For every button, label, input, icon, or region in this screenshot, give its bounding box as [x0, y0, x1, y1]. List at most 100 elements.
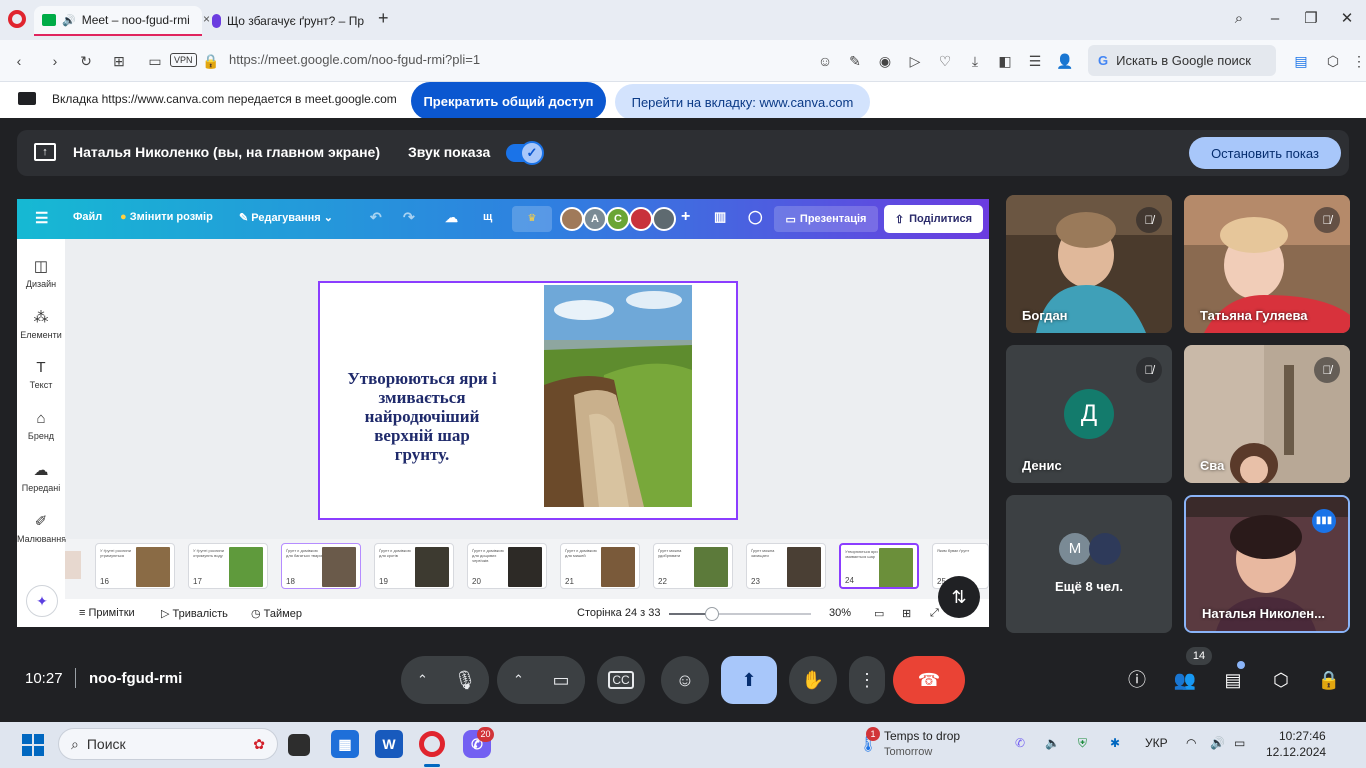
- thumbnail-16[interactable]: У ґрунті рослини утримуються 16: [95, 543, 175, 589]
- defender-icon[interactable]: ⛨: [1078, 736, 1087, 751]
- speed-dial-icon[interactable]: ⊞: [108, 50, 130, 72]
- thumbnail-24-selected[interactable]: Утворюються яри і змивається шар 24: [839, 543, 919, 589]
- sidebar-item-text[interactable]: T Текст: [17, 359, 65, 390]
- reactions-button[interactable]: ☺: [661, 656, 709, 704]
- host-controls-icon[interactable]: 🔒: [1313, 664, 1345, 696]
- thumbnail-20[interactable]: Ґрунт є домівкою для дощових черв'яків 2…: [467, 543, 547, 589]
- wifi-icon[interactable]: ◠: [1186, 736, 1196, 750]
- tab-meet[interactable]: 🔊 Meet – noo-fgud-rmi: [34, 6, 202, 36]
- volume-icon[interactable]: 🔊: [1210, 736, 1225, 750]
- wallet-icon[interactable]: ▤: [1290, 50, 1312, 72]
- edit-icon[interactable]: ✎: [844, 50, 866, 72]
- collaborator-avatar-group[interactable]: [652, 207, 676, 231]
- address-bar[interactable]: https://meet.google.com/noo-fgud-rmi?pli…: [229, 52, 480, 67]
- forward-icon[interactable]: ›: [44, 50, 66, 72]
- collaborator-avatar-a[interactable]: A: [583, 207, 607, 231]
- chat-icon[interactable]: ▤: [1217, 664, 1249, 696]
- word-icon[interactable]: W: [375, 730, 403, 758]
- camera-icon[interactable]: ▭: [144, 50, 166, 72]
- google-search-box[interactable]: G Искать в Google поиск: [1088, 45, 1276, 76]
- goto-tab-button[interactable]: Перейти на вкладку: www.canva.com: [615, 84, 870, 120]
- thumbnail-21[interactable]: Ґрунт є домівкою для мишей 21: [560, 543, 640, 589]
- zoom-slider-handle[interactable]: [704, 607, 719, 621]
- opera-taskbar-icon[interactable]: [419, 731, 445, 757]
- leave-call-button[interactable]: ☎: [893, 656, 965, 704]
- extensions-icon[interactable]: ⬡: [1322, 50, 1344, 72]
- sidebar-item-uploads[interactable]: ☁ Передані: [17, 461, 65, 493]
- new-tab-icon[interactable]: +: [378, 8, 389, 29]
- thumbnail-22[interactable]: Ґрунт можна удобрювати 22: [653, 543, 733, 589]
- raise-hand-button[interactable]: ✋: [789, 656, 837, 704]
- close-window-icon[interactable]: ✕: [1335, 8, 1359, 30]
- zoom-level[interactable]: 30%: [829, 607, 851, 619]
- undo-icon[interactable]: ↶: [370, 209, 382, 226]
- sidebar-item-elements[interactable]: ⁂ Елементи: [17, 308, 65, 340]
- fullscreen-icon[interactable]: ⤢: [930, 607, 939, 620]
- more-options-button[interactable]: ⋮: [849, 656, 885, 704]
- meeting-details-icon[interactable]: ⓘ: [1121, 664, 1153, 696]
- search-tabs-icon[interactable]: ⌕: [1227, 8, 1251, 30]
- analytics-icon[interactable]: ▥: [714, 209, 726, 225]
- grid-view-icon[interactable]: ⊞: [902, 607, 911, 620]
- sidebar-item-draw[interactable]: ✐ Малювання: [17, 512, 66, 544]
- thumbnail-23[interactable]: Ґрунт можна захищати 23: [746, 543, 826, 589]
- language-indicator[interactable]: УКР: [1145, 736, 1168, 750]
- thumbnail-17[interactable]: У ґрунті рослини отримують воду 17: [188, 543, 268, 589]
- zoom-slider[interactable]: [669, 607, 811, 621]
- clock-date[interactable]: 12.12.2024: [1266, 745, 1326, 759]
- download-icon[interactable]: ⤓: [964, 50, 986, 72]
- hamburger-icon[interactable]: ☰: [35, 209, 48, 227]
- collaborator-avatar-red[interactable]: [629, 207, 653, 231]
- timer-button[interactable]: ◷ Таймер: [251, 607, 302, 620]
- activities-icon[interactable]: ⬡: [1265, 664, 1297, 696]
- speaker-tray-icon[interactable]: 🔈: [1045, 736, 1060, 750]
- snapshot-icon[interactable]: ◉: [874, 50, 896, 72]
- emoji-icon[interactable]: ☺: [814, 50, 836, 72]
- present-button[interactable]: ▭ Презентація: [774, 206, 878, 232]
- people-icon[interactable]: 👥: [1169, 664, 1201, 696]
- magic-assistant-icon[interactable]: ✦: [26, 585, 58, 617]
- participant-tile-denys[interactable]: Д 🎙̸ Денис: [1006, 345, 1172, 483]
- store-icon[interactable]: ▦: [331, 730, 359, 758]
- microphone-button[interactable]: 🎙: [441, 656, 489, 704]
- profile-icon[interactable]: 👤: [1054, 50, 1076, 72]
- swap-view-icon[interactable]: ⇅: [938, 576, 980, 618]
- reload-icon[interactable]: ↻: [75, 50, 97, 72]
- add-collaborator-icon[interactable]: +: [681, 208, 690, 226]
- participant-tile-natalya[interactable]: ▮▮▮ Наталья Николен...: [1184, 495, 1350, 633]
- collaborator-photo-avatar[interactable]: [560, 207, 584, 231]
- participant-tile-tatyana[interactable]: 🎙̸ Татьяна Гуляева: [1184, 195, 1350, 333]
- taskbar-search[interactable]: ⌕ Поиск ✿: [58, 728, 278, 760]
- duration-button[interactable]: ▷ Тривалість: [161, 607, 228, 620]
- participant-tile-more[interactable]: M Ещё 8 чел.: [1006, 495, 1172, 633]
- upgrade-pill[interactable]: ♛: [512, 206, 552, 232]
- sidebar-toggle-icon[interactable]: ◧: [994, 50, 1016, 72]
- task-view-icon[interactable]: [288, 734, 310, 756]
- resize-menu[interactable]: ● Змінити розмір: [120, 211, 213, 223]
- vpn-badge[interactable]: VPN: [170, 53, 197, 67]
- participant-tile-bogdan[interactable]: 🎙̸ Богдан: [1006, 195, 1172, 333]
- battery-icon[interactable]: ▭: [1234, 736, 1245, 750]
- bluetooth-icon[interactable]: ✱: [1110, 736, 1120, 750]
- file-menu[interactable]: Файл: [73, 211, 102, 223]
- viber-tray-icon[interactable]: ✆: [1015, 736, 1025, 750]
- opera-logo-icon[interactable]: [8, 10, 26, 28]
- minimize-icon[interactable]: –: [1263, 8, 1287, 30]
- stop-presenting-button[interactable]: Остановить показ: [1189, 137, 1341, 169]
- sidebar-item-design[interactable]: ◫ Дизайн: [17, 257, 65, 289]
- ravine-photo[interactable]: [544, 285, 692, 507]
- restore-icon[interactable]: ❐: [1299, 8, 1323, 30]
- thumbnail-18[interactable]: Ґрунт є домівкою для багатьох тварин 18: [281, 543, 361, 589]
- send-icon[interactable]: ▷: [904, 50, 926, 72]
- tab-canva[interactable]: Що збагачує ґрунт? – Пр: [204, 6, 372, 36]
- present-now-button[interactable]: ⬆: [721, 656, 777, 704]
- sidebar-item-brand[interactable]: ⌂ Бренд: [17, 410, 65, 441]
- page-view-icon[interactable]: ▭: [874, 607, 884, 620]
- collaborator-avatar-c[interactable]: C: [606, 207, 630, 231]
- notes-button[interactable]: ≡ Примітки: [79, 607, 135, 619]
- heart-icon[interactable]: ♡: [934, 50, 956, 72]
- easy-setup-icon[interactable]: ☰: [1024, 50, 1046, 72]
- comment-icon[interactable]: ◯: [748, 209, 763, 225]
- slide-text[interactable]: Утворюються яри і змивається найродючіши…: [346, 369, 498, 464]
- stop-sharing-button[interactable]: Прекратить общий доступ: [411, 82, 606, 120]
